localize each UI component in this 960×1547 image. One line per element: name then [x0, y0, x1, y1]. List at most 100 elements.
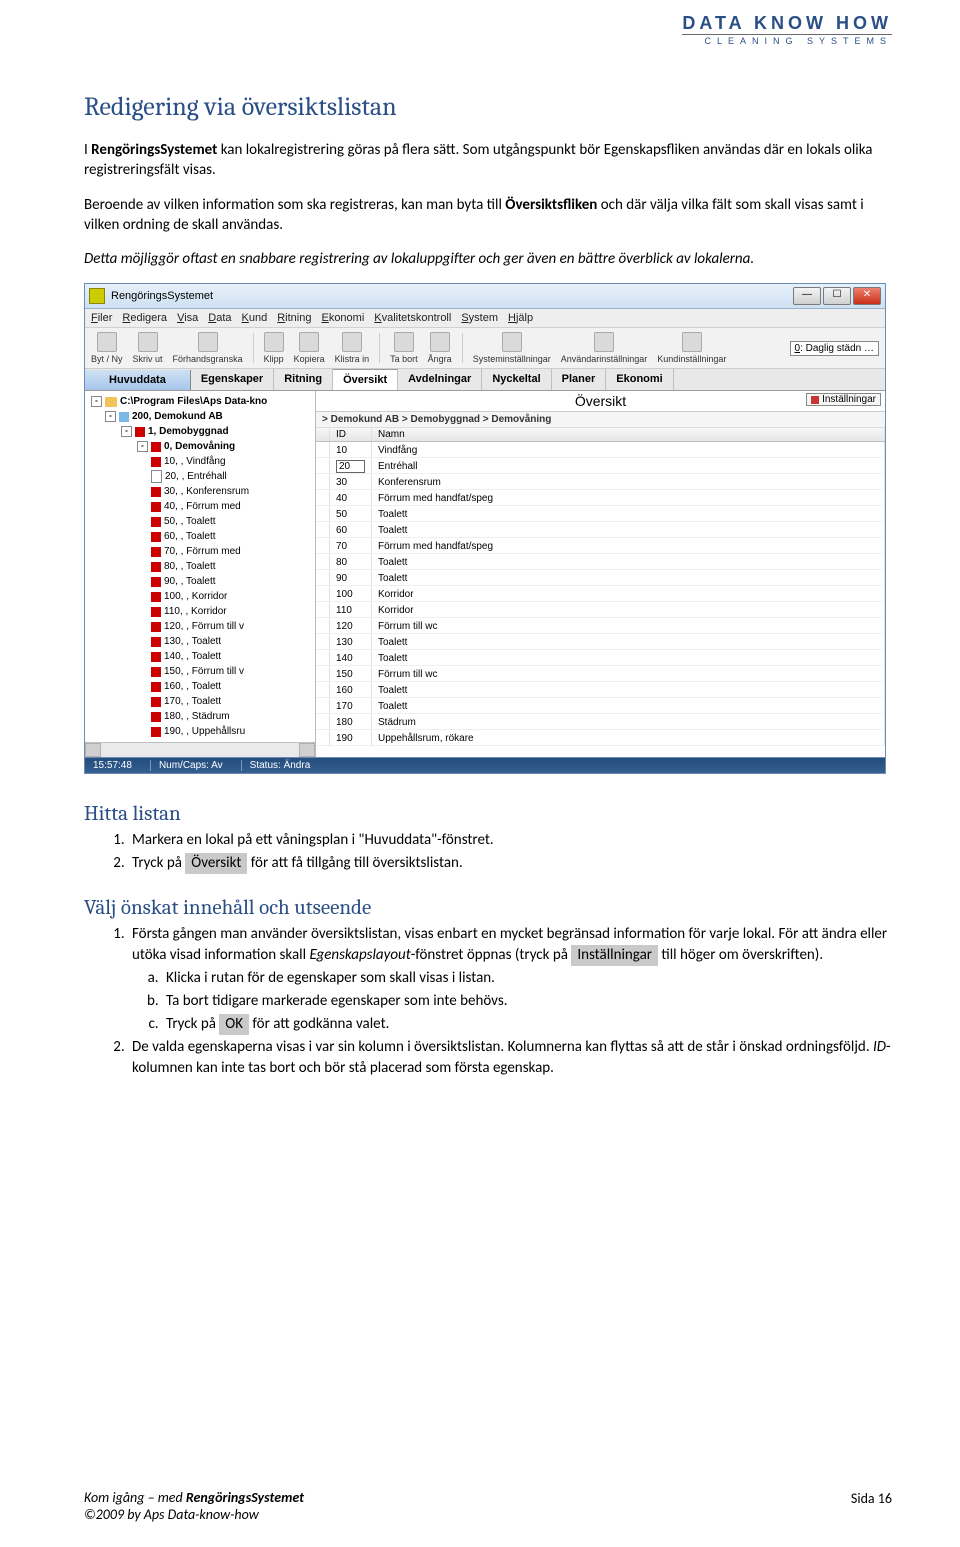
toolbar-systeminställningar[interactable]: Systeminställningar	[473, 332, 551, 364]
cell-namn[interactable]: Vindfång	[372, 442, 885, 457]
toolbar-klistra-in[interactable]: Klistra in	[335, 332, 370, 364]
table-row[interactable]: 150Förrum till wc	[316, 666, 885, 682]
table-row[interactable]: 50Toalett	[316, 506, 885, 522]
menu-ritning[interactable]: Ritning	[275, 311, 313, 325]
table-row[interactable]: 180Städrum	[316, 714, 885, 730]
table-row[interactable]: Entréhall	[316, 458, 885, 474]
cell-id[interactable]: 100	[330, 586, 372, 601]
toolbar-förhandsgranska[interactable]: Förhandsgranska	[173, 332, 243, 364]
row-handle[interactable]	[316, 554, 330, 569]
cell-namn[interactable]: Uppehållsrum, rökare	[372, 730, 885, 745]
tab-avdelningar[interactable]: Avdelningar	[398, 369, 482, 390]
table-row[interactable]: 40Förrum med handfat/speg	[316, 490, 885, 506]
cell-id[interactable]: 180	[330, 714, 372, 729]
tab-nyckeltal[interactable]: Nyckeltal	[482, 369, 551, 390]
row-handle[interactable]	[316, 698, 330, 713]
cell-id[interactable]: 40	[330, 490, 372, 505]
tree-room[interactable]: 70, , Förrum med	[89, 544, 315, 559]
row-handle[interactable]	[316, 682, 330, 697]
cell-namn[interactable]: Konferensrum	[372, 474, 885, 489]
menu-hjälp[interactable]: Hjälp	[506, 311, 535, 325]
tree-view[interactable]: - C:\Program Files\Aps Data-kno - 200, D…	[85, 391, 315, 742]
tree-room[interactable]: 90, , Toalett	[89, 574, 315, 589]
row-handle[interactable]	[316, 586, 330, 601]
overview-grid[interactable]: ID Namn 10VindfångEntréhall30Konferensru…	[316, 428, 885, 757]
row-handle[interactable]	[316, 602, 330, 617]
breadcrumb[interactable]: > Demokund AB > Demobyggnad > Demovåning	[316, 412, 885, 428]
tree-room[interactable]: 40, , Förrum med	[89, 499, 315, 514]
toolbar-kundinställningar[interactable]: Kundinställningar	[657, 332, 726, 364]
tree-horizontal-scrollbar[interactable]	[85, 742, 315, 757]
table-row[interactable]: 170Toalett	[316, 698, 885, 714]
row-handle[interactable]	[316, 650, 330, 665]
tree-room[interactable]: 30, , Konferensrum	[89, 484, 315, 499]
cell-namn[interactable]: Städrum	[372, 714, 885, 729]
cell-id[interactable]: 130	[330, 634, 372, 649]
cell-id[interactable]: 80	[330, 554, 372, 569]
row-handle[interactable]	[316, 490, 330, 505]
cell-namn[interactable]: Förrum till wc	[372, 618, 885, 633]
cell-id[interactable]: 120	[330, 618, 372, 633]
row-handle[interactable]	[316, 618, 330, 633]
tree-room[interactable]: 80, , Toalett	[89, 559, 315, 574]
cell-id[interactable]: 70	[330, 538, 372, 553]
tree-room[interactable]: 100, , Korridor	[89, 589, 315, 604]
cell-id-input[interactable]	[336, 460, 365, 473]
grid-header[interactable]: ID Namn	[316, 428, 885, 442]
tab-ritning[interactable]: Ritning	[274, 369, 333, 390]
toolbar-ångra[interactable]: Ångra	[428, 332, 452, 364]
tree-room[interactable]: 10, , Vindfång	[89, 454, 315, 469]
tree-floor[interactable]: - 0, Demovåning	[89, 439, 315, 454]
toolbar-klipp[interactable]: Klipp	[264, 332, 284, 364]
row-handle[interactable]	[316, 570, 330, 585]
menu-kund[interactable]: Kund	[240, 311, 270, 325]
menu-data[interactable]: Data	[206, 311, 233, 325]
close-button[interactable]: ✕	[853, 287, 881, 305]
table-row[interactable]: 30Konferensrum	[316, 474, 885, 490]
table-row[interactable]: 130Toalett	[316, 634, 885, 650]
titlebar[interactable]: RengöringsSystemet — ☐ ✕	[85, 284, 885, 309]
tree-room[interactable]: 20, , Entréhall	[89, 469, 315, 484]
settings-button[interactable]: Inställningar	[806, 393, 881, 406]
cell-id[interactable]: 150	[330, 666, 372, 681]
cell-id[interactable]: 30	[330, 474, 372, 489]
cell-namn[interactable]: Korridor	[372, 602, 885, 617]
tree-room[interactable]: 150, , Förrum till v	[89, 664, 315, 679]
cell-id[interactable]: 170	[330, 698, 372, 713]
tab-huvuddata[interactable]: Huvuddata	[85, 370, 191, 390]
tab-planer[interactable]: Planer	[552, 369, 607, 390]
table-row[interactable]: 160Toalett	[316, 682, 885, 698]
scroll-left-button[interactable]	[85, 743, 101, 757]
tree-room[interactable]: 110, , Korridor	[89, 604, 315, 619]
toolbar-kopiera[interactable]: Kopiera	[294, 332, 325, 364]
cell-namn[interactable]: Toalett	[372, 698, 885, 713]
row-handle[interactable]	[316, 666, 330, 681]
cell-id[interactable]: 60	[330, 522, 372, 537]
menu-ekonomi[interactable]: Ekonomi	[319, 311, 366, 325]
cell-namn[interactable]: Korridor	[372, 586, 885, 601]
cell-id[interactable]: 140	[330, 650, 372, 665]
row-handle[interactable]	[316, 538, 330, 553]
tree-room[interactable]: 60, , Toalett	[89, 529, 315, 544]
cell-namn[interactable]: Toalett	[372, 634, 885, 649]
table-row[interactable]: 80Toalett	[316, 554, 885, 570]
cell-id[interactable]: 50	[330, 506, 372, 521]
row-handle[interactable]	[316, 714, 330, 729]
cell-namn[interactable]: Förrum till wc	[372, 666, 885, 681]
row-handle[interactable]	[316, 634, 330, 649]
toolbar-ta-bort[interactable]: Ta bort	[390, 332, 418, 364]
tab-egenskaper[interactable]: Egenskaper	[191, 369, 274, 390]
toolbar-byt-ny[interactable]: Byt / Ny	[91, 332, 123, 364]
row-handle[interactable]	[316, 458, 330, 473]
toolbar-användarinställningar[interactable]: Användarinställningar	[561, 332, 648, 364]
tree-room[interactable]: 180, , Städrum	[89, 709, 315, 724]
tree-room[interactable]: 140, , Toalett	[89, 649, 315, 664]
table-row[interactable]: 110Korridor	[316, 602, 885, 618]
row-handle[interactable]	[316, 442, 330, 457]
row-handle[interactable]	[316, 522, 330, 537]
grid-col-id[interactable]: ID	[330, 428, 372, 441]
tree-room[interactable]: 120, , Förrum till v	[89, 619, 315, 634]
tree-root[interactable]: - C:\Program Files\Aps Data-kno	[89, 394, 315, 409]
grid-col-namn[interactable]: Namn	[372, 428, 885, 441]
cell-id[interactable]: 160	[330, 682, 372, 697]
